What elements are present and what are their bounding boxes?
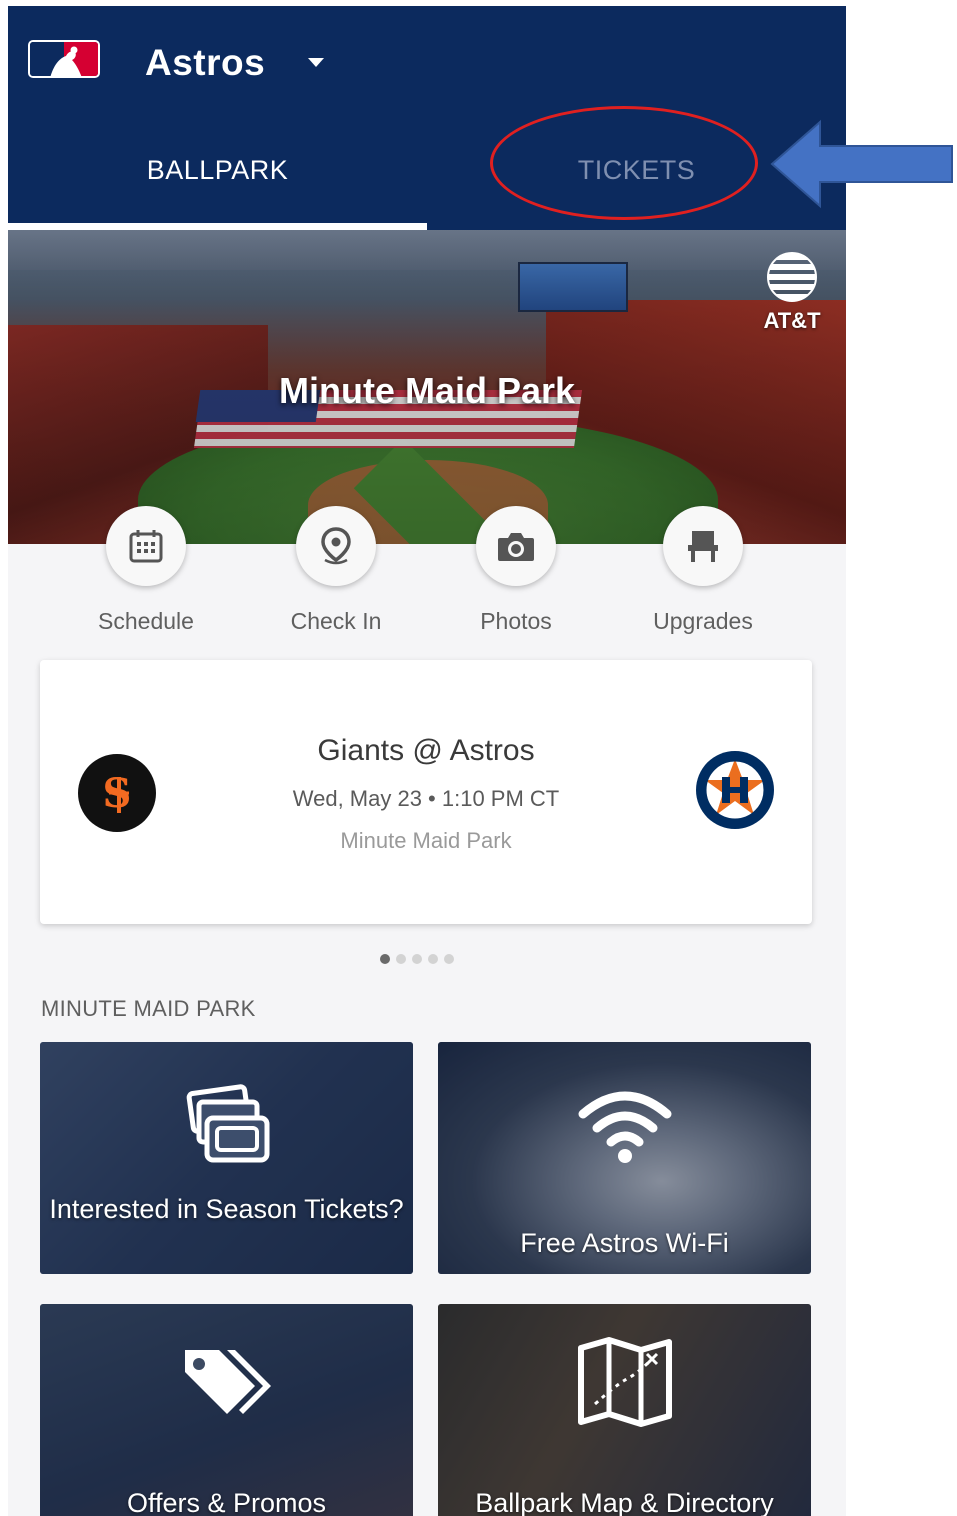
quick-action-label: Photos xyxy=(480,608,552,634)
quick-action-photos[interactable]: Photos xyxy=(426,506,606,635)
app-screen: Astros BALLPARK TICKETS Minute Maid Park… xyxy=(8,6,846,1516)
att-globe-icon xyxy=(767,252,817,302)
sponsor-logo: AT&T xyxy=(760,252,824,334)
mlb-logo xyxy=(28,40,100,78)
tile-season-tickets[interactable]: Interested in Season Tickets? xyxy=(40,1042,413,1274)
team-selector-label[interactable]: Astros xyxy=(145,42,265,84)
location-pin-icon xyxy=(296,506,376,586)
tile-ballpark-map[interactable]: Ballpark Map & Directory xyxy=(438,1304,811,1516)
game-card[interactable]: S Giants @ Astros Wed, May 23 • 1:10 PM … xyxy=(40,660,812,924)
map-icon xyxy=(438,1334,811,1430)
tab-ballpark[interactable]: BALLPARK xyxy=(8,126,427,226)
active-tab-indicator xyxy=(8,223,427,230)
wifi-icon xyxy=(438,1084,811,1164)
carousel-dot[interactable] xyxy=(412,954,422,964)
quick-action-label: Check In xyxy=(290,608,382,634)
quick-action-check-in[interactable]: Check In xyxy=(246,506,426,635)
carousel-dot[interactable] xyxy=(396,954,406,964)
tickets-icon xyxy=(40,1082,413,1168)
quick-action-upgrades[interactable]: Upgrades xyxy=(613,506,793,635)
calendar-icon xyxy=(106,506,186,586)
tile-label: Offers & Promos xyxy=(126,1488,327,1516)
quick-action-label: Schedule xyxy=(98,608,194,634)
game-venue: Minute Maid Park xyxy=(340,828,512,853)
tags-icon xyxy=(40,1340,413,1430)
sponsor-name: AT&T xyxy=(763,308,821,333)
ballpark-title: Minute Maid Park xyxy=(278,370,576,411)
caret-down-icon[interactable] xyxy=(308,58,324,67)
pointer-arrow-icon xyxy=(770,119,953,209)
seat-icon xyxy=(663,506,743,586)
tile-offers-promos[interactable]: Offers & Promos xyxy=(40,1304,413,1516)
tile-label: Ballpark Map & Directory xyxy=(475,1488,774,1516)
tile-label: Free Astros Wi-Fi xyxy=(520,1228,729,1258)
tile-wifi[interactable]: Free Astros Wi-Fi xyxy=(438,1042,811,1274)
carousel-dot[interactable] xyxy=(428,954,438,964)
carousel-dot[interactable] xyxy=(444,954,454,964)
tile-label: Interested in Season Tickets? xyxy=(49,1194,404,1224)
hero-banner[interactable]: Minute Maid Park AT&T xyxy=(8,230,846,544)
quick-action-schedule[interactable]: Schedule xyxy=(56,506,236,635)
quick-action-label: Upgrades xyxy=(653,608,753,634)
camera-icon xyxy=(476,506,556,586)
highlight-ellipse xyxy=(490,106,758,220)
carousel-dot[interactable] xyxy=(380,954,390,964)
carousel-indicator[interactable] xyxy=(380,954,454,964)
astros-logo xyxy=(694,749,776,831)
section-title: MINUTE MAID PARK xyxy=(41,996,256,1021)
